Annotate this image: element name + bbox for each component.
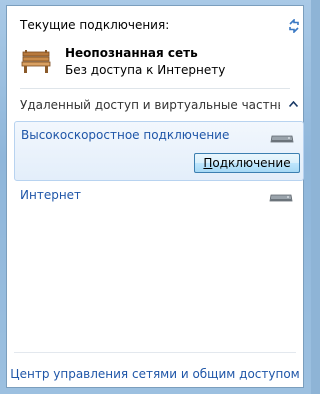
- connection-label: Высокоскоростное подключение: [21, 128, 230, 142]
- vpn-section-title: Удаленный доступ и виртуальные частные с…: [20, 98, 280, 112]
- vpn-section-header[interactable]: Удаленный доступ и виртуальные частные с…: [20, 98, 302, 114]
- network-sharing-center-link[interactable]: Центр управления сетями и общим доступом: [7, 367, 303, 381]
- footer-divider: [14, 352, 296, 353]
- chevron-up-icon: [289, 101, 298, 107]
- connection-item-internet[interactable]: Интернет: [20, 188, 81, 202]
- connect-button[interactable]: Подключение: [194, 153, 300, 173]
- divider: [20, 88, 290, 89]
- current-connections-label: Текущие подключения:: [20, 18, 170, 32]
- network-flyout-panel: Текущие подключения: Неопознанная сеть Б…: [6, 5, 304, 388]
- modem-icon: [269, 194, 293, 202]
- bench-network-icon: [21, 50, 51, 73]
- modem-icon: [270, 135, 294, 143]
- network-name: Неопознанная сеть: [65, 46, 198, 60]
- network-status: Без доступа к Интернету: [65, 63, 226, 77]
- refresh-icon[interactable]: [287, 19, 301, 33]
